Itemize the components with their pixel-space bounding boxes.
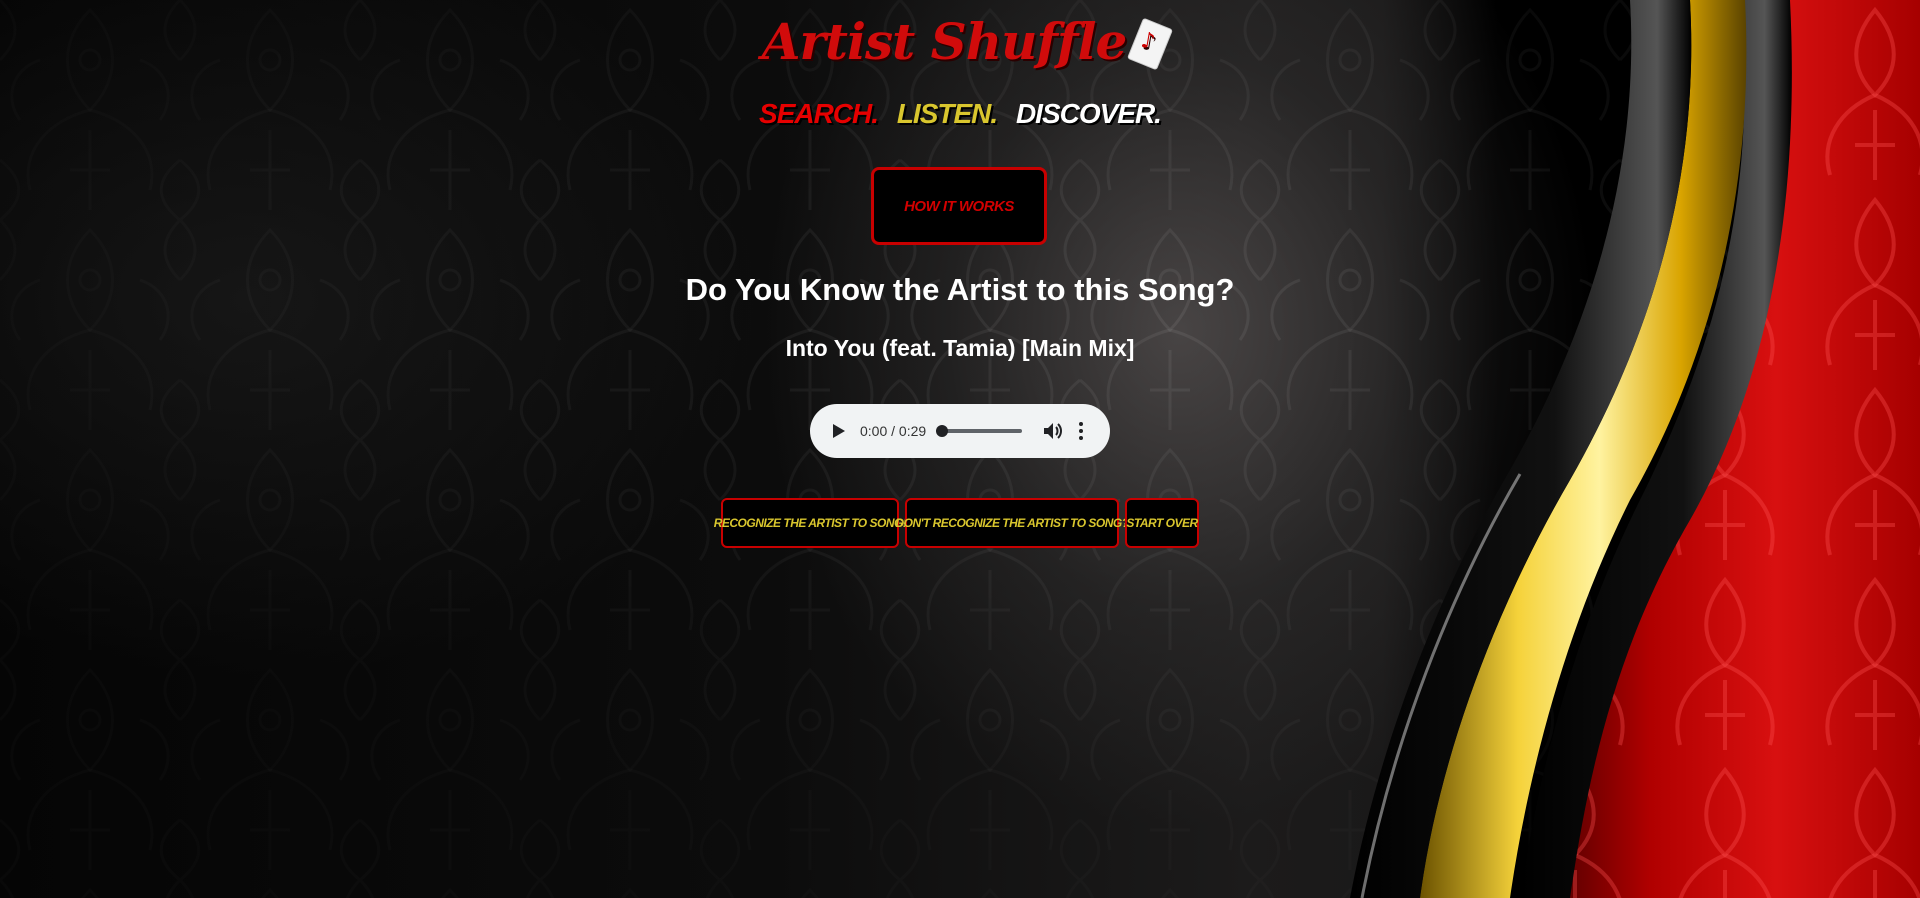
seek-slider[interactable] <box>936 425 1023 437</box>
tagline-discover: DISCOVER. <box>1015 98 1162 129</box>
question-heading: Do You Know the Artist to this Song? <box>685 272 1235 307</box>
seek-knob[interactable] <box>936 425 949 437</box>
logo-container: Artist Shuffle ♪ <box>0 12 1920 71</box>
tagline-listen: LISTEN. <box>896 98 998 129</box>
how-it-works-button[interactable]: HOW IT WORKS <box>871 167 1047 245</box>
logo-text: Artist Shuffle <box>761 12 1128 71</box>
play-icon[interactable] <box>828 420 850 442</box>
more-vert-icon[interactable] <box>1074 420 1088 442</box>
tagline-search: SEARCH. <box>759 98 879 129</box>
song-title: Into You (feat. Tamia) [Main Mix] <box>785 335 1135 361</box>
recognize-artist-button[interactable]: RECOGNIZE THE ARTIST TO SONG! <box>714 498 907 548</box>
action-button-row: RECOGNIZE THE ARTIST TO SONG! DON'T RECO… <box>0 498 1920 548</box>
time-display: 0:00 / 0:29 <box>860 423 927 439</box>
page-background: Artist Shuffle ♪ SEARCH. LISTEN. DISCOVE… <box>0 0 1920 898</box>
dont-recognize-artist-button[interactable]: DON'T RECOGNIZE THE ARTIST TO SONG? <box>895 498 1129 548</box>
app-logo[interactable]: Artist Shuffle ♪ <box>761 12 1174 71</box>
music-card-icon: ♪ <box>1127 17 1174 71</box>
audio-player: 0:00 / 0:29 <box>810 404 1110 458</box>
volume-icon[interactable] <box>1042 420 1064 442</box>
start-over-button[interactable]: START OVER <box>1125 498 1199 548</box>
tagline: SEARCH. LISTEN. DISCOVER. <box>0 98 1920 130</box>
